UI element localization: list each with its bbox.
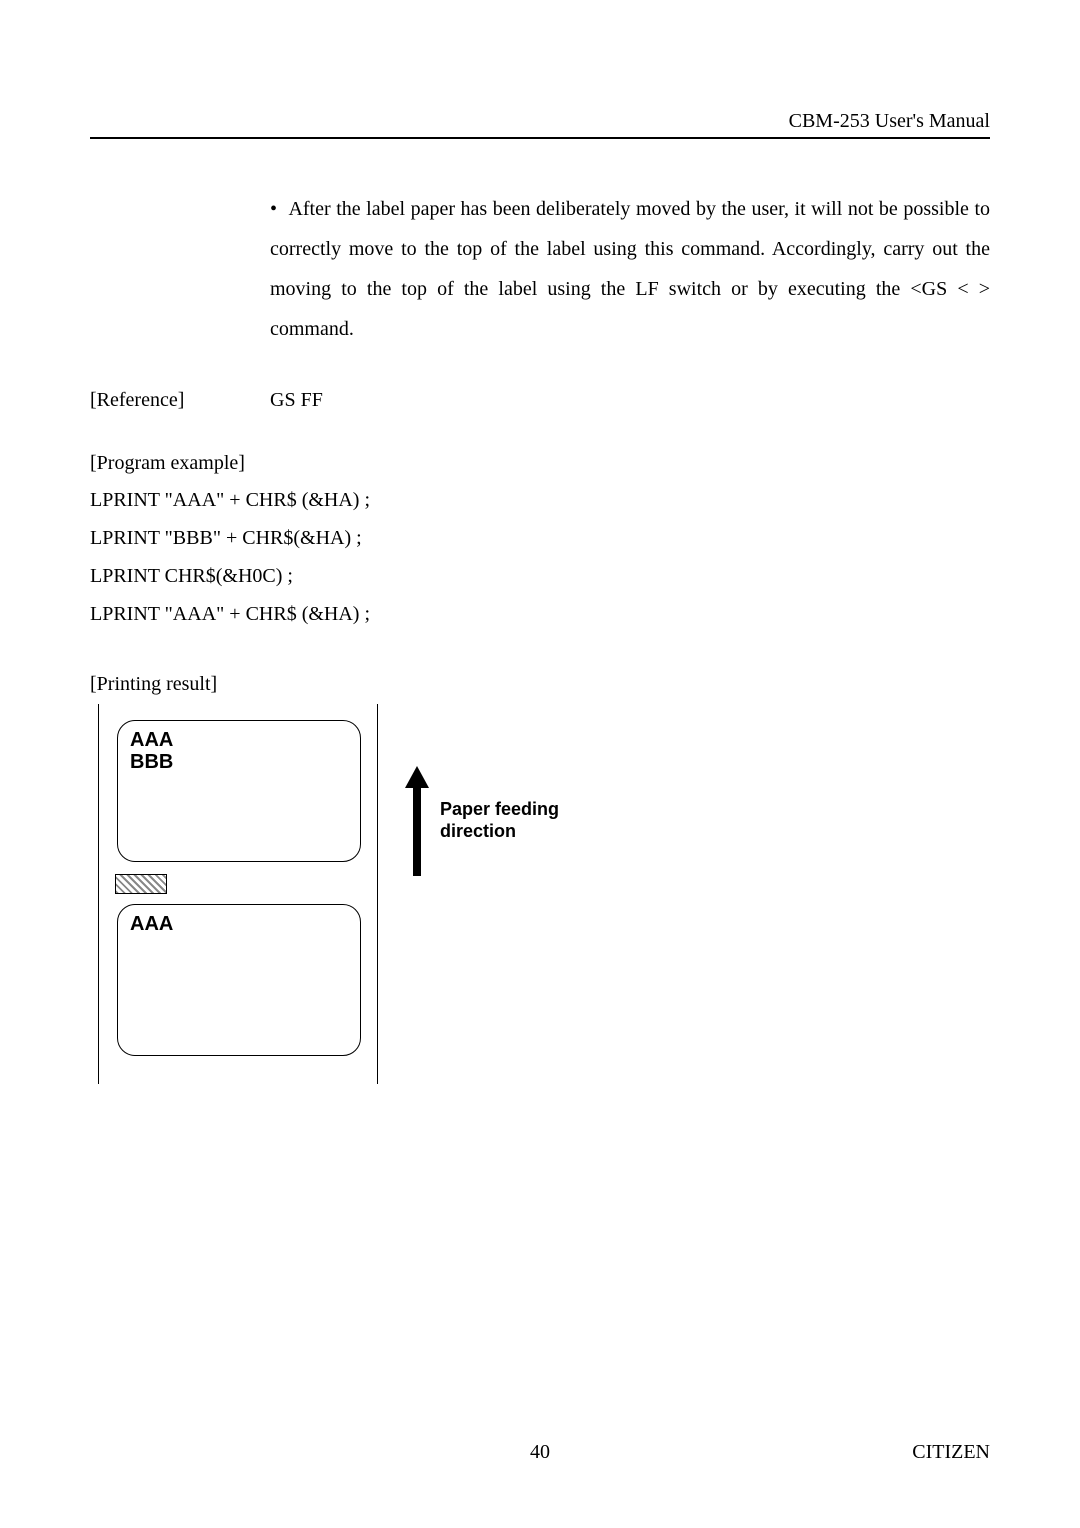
label2-line1: AAA: [130, 913, 348, 935]
bullet-paragraph: • After the label paper has been deliber…: [270, 189, 990, 349]
arrow-label-line1: Paper feeding: [440, 799, 559, 821]
arrow-label-line2: direction: [440, 821, 559, 843]
paper-strip: AAA BBB AAA: [98, 704, 378, 1084]
bullet-icon: •: [270, 189, 284, 229]
page-number: 40: [530, 1441, 550, 1464]
brand-name: CITIZEN: [912, 1441, 990, 1464]
black-mark: [115, 874, 167, 894]
code-line: LPRINT "AAA" + CHR$ (&HA) ;: [90, 481, 990, 519]
label1-line1: AAA: [130, 729, 348, 751]
bullet-text: After the label paper has been deliberat…: [270, 198, 990, 340]
printing-result-label: [Printing result]: [90, 673, 990, 696]
page-footer: 40 CITIZEN: [90, 1441, 990, 1464]
printed-label-1: AAA BBB: [117, 720, 361, 862]
code-line: LPRINT "AAA" + CHR$ (&HA) ;: [90, 595, 990, 633]
reference-value: GS FF: [270, 389, 323, 412]
label1-line2: BBB: [130, 751, 348, 773]
printed-label-2: AAA: [117, 904, 361, 1056]
reference-label: [Reference]: [90, 389, 270, 412]
arrow-label: Paper feeding direction: [440, 799, 559, 842]
code-line: LPRINT CHR$(&H0C) ;: [90, 557, 990, 595]
header-rule: CBM-253 User's Manual: [90, 110, 990, 139]
program-example-code: LPRINT "AAA" + CHR$ (&HA) ; LPRINT "BBB"…: [90, 481, 990, 633]
code-line: LPRINT "BBB" + CHR$(&HA) ;: [90, 519, 990, 557]
header-title: CBM-253 User's Manual: [90, 110, 990, 137]
program-example-label: [Program example]: [90, 452, 990, 475]
reference-row: [Reference] GS FF: [90, 389, 990, 412]
arrow-up-icon: [405, 766, 429, 882]
printing-result-diagram: AAA BBB AAA Paper feeding direction: [90, 704, 990, 1104]
